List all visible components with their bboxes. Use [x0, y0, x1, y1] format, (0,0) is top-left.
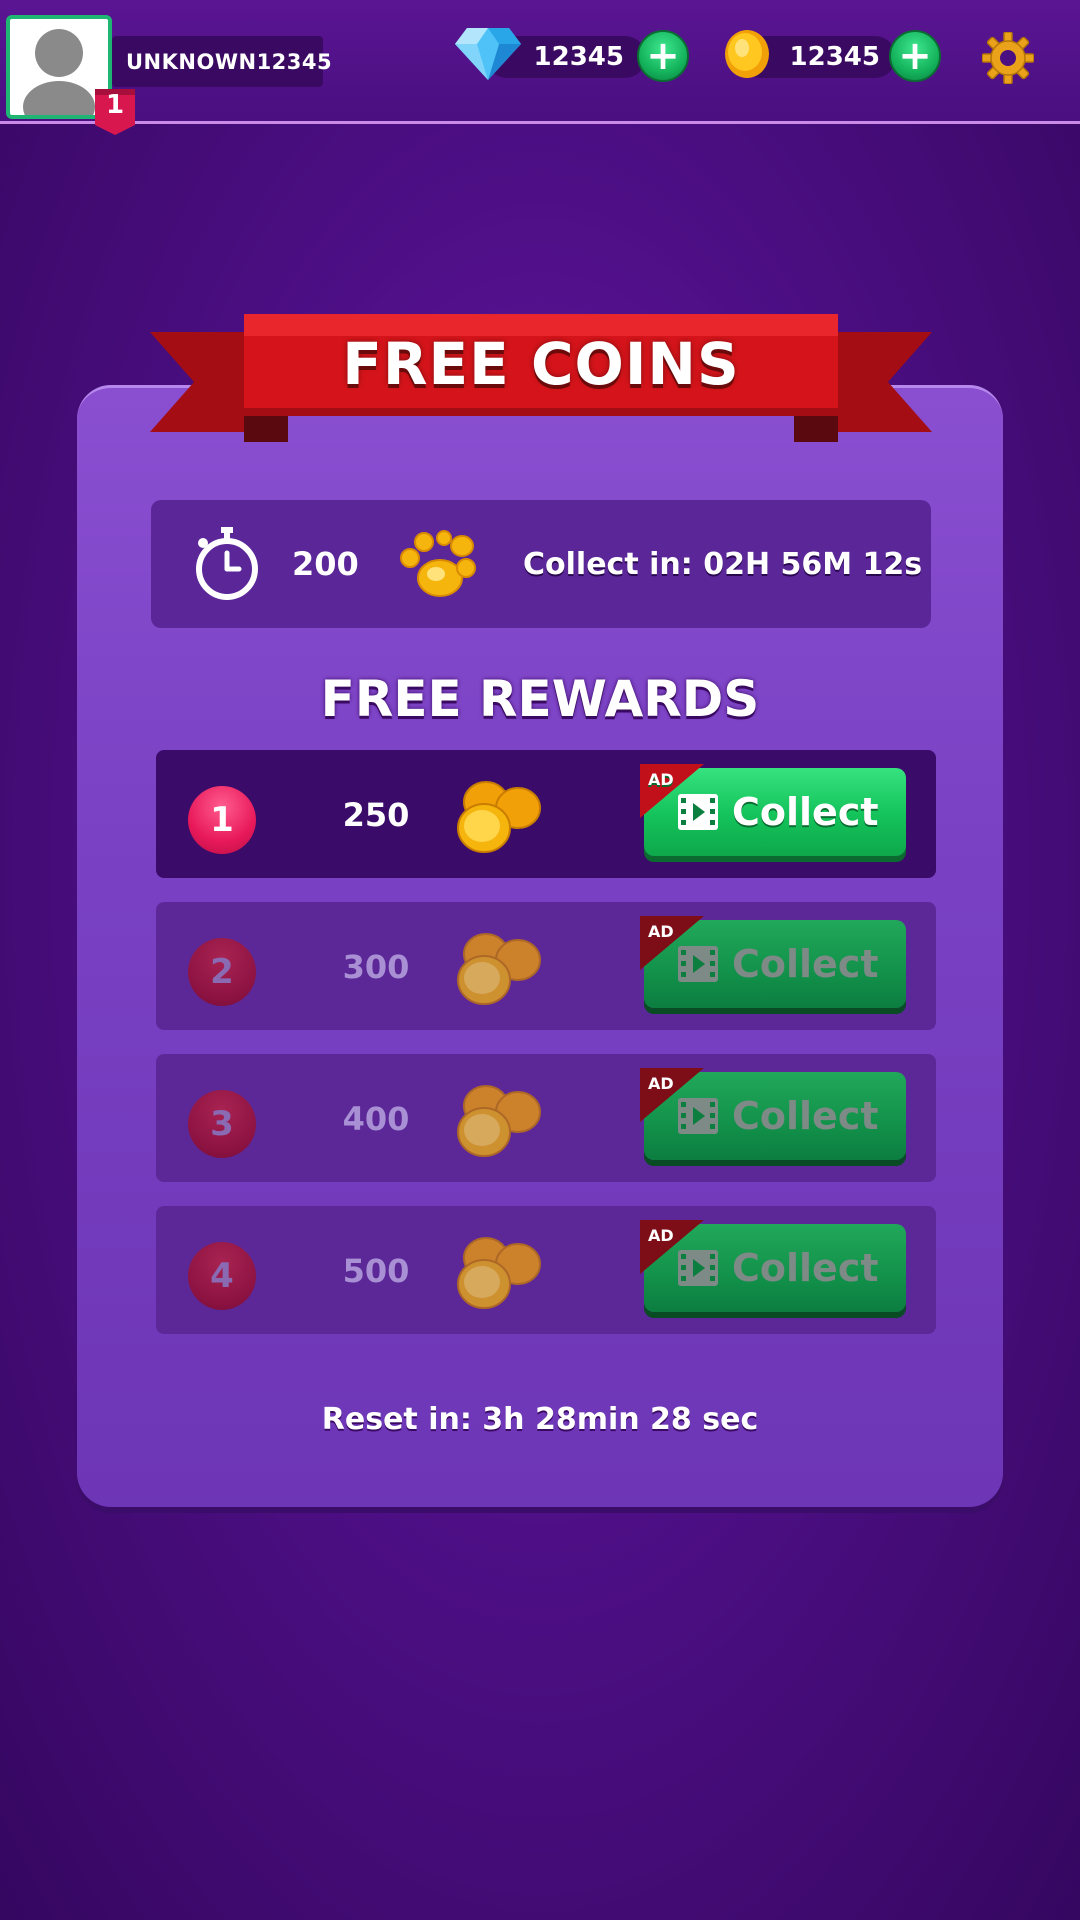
reward-number: 4	[188, 1242, 256, 1310]
level-number: 1	[105, 90, 125, 120]
reward-number: 2	[188, 938, 256, 1006]
reward-amount: 250	[342, 796, 410, 834]
rewards-heading: FREE REWARDS	[320, 670, 760, 728]
reward-number: 1	[188, 786, 256, 854]
reward-number: 3	[188, 1090, 256, 1158]
reward-row: 2 300 AD Collect	[156, 902, 936, 1030]
ad-label: AD	[648, 1226, 674, 1245]
collect-button[interactable]: AD Collect	[640, 764, 906, 856]
diamond-icon	[455, 28, 521, 80]
add-coins-button[interactable]: +	[889, 30, 941, 82]
stopwatch-icon	[196, 527, 258, 600]
collect-button[interactable]: AD Collect	[640, 1068, 906, 1160]
coin-pile-icon	[400, 530, 476, 597]
collect-button[interactable]: AD Collect	[640, 916, 906, 1008]
collect-label: Collect	[732, 790, 879, 834]
username-label: UNKNOWN12345	[112, 36, 332, 87]
user-silhouette-icon	[23, 29, 95, 115]
reward-amount: 300	[342, 948, 410, 986]
collect-button[interactable]: AD Collect	[640, 1220, 906, 1312]
coin-count: 12345	[789, 42, 880, 72]
reward-amount: 500	[342, 1252, 410, 1290]
collect-label: Collect	[732, 942, 879, 986]
reward-row: 4 500 AD Collect	[156, 1206, 936, 1334]
coins-icon	[457, 781, 541, 853]
gem-count: 12345	[533, 42, 624, 72]
ad-label: AD	[648, 770, 674, 789]
reward-row: 1 250 AD Collect	[156, 750, 936, 878]
reward-row: 3 400 AD Collect	[156, 1054, 936, 1182]
coins-icon	[457, 933, 541, 1005]
collect-countdown: Collect in: 02H 56M 12s	[523, 547, 923, 582]
panel-title: FREE COINS	[342, 330, 740, 398]
collect-label: Collect	[732, 1246, 879, 1290]
ad-label: AD	[648, 1074, 674, 1093]
coins-icon	[457, 1237, 541, 1309]
collect-label: Collect	[732, 1094, 879, 1138]
add-gems-button[interactable]: +	[637, 30, 689, 82]
reward-amount: 400	[342, 1100, 410, 1138]
ad-label: AD	[648, 922, 674, 941]
timer-coin-amount: 200	[292, 545, 359, 583]
coins-icon	[457, 1085, 541, 1157]
coin-icon	[725, 30, 769, 78]
gear-icon[interactable]	[982, 32, 1034, 84]
reset-countdown: Reset in: 3h 28min 28 sec	[321, 1402, 759, 1437]
